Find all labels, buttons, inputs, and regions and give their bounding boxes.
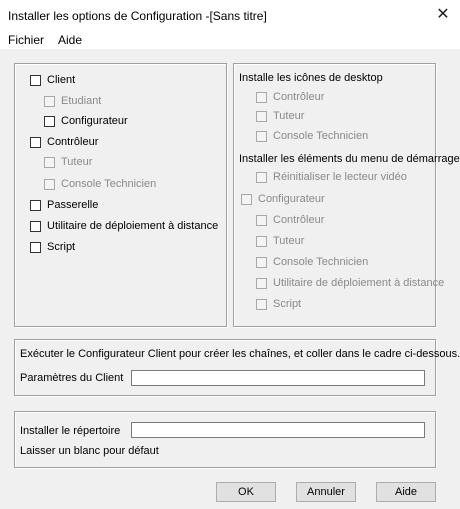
close-icon[interactable]: ✕ xyxy=(426,0,460,30)
checkbox-label: Tuteur xyxy=(61,156,93,168)
checkbox-label: Contrôleur xyxy=(273,91,325,103)
checkbox-etudiant[interactable]: Etudiant xyxy=(44,94,101,108)
checkbox-label: Passerelle xyxy=(47,199,99,211)
checkbox-desktop-tuteur[interactable]: Tuteur xyxy=(256,109,304,123)
checkbox-label: Script xyxy=(47,241,76,253)
checkbox-label: Console Technicien xyxy=(273,256,369,268)
checkbox-label: Contrôleur xyxy=(47,136,99,148)
checkbox-label: Etudiant xyxy=(61,95,102,107)
checkbox-box[interactable] xyxy=(256,256,267,268)
checkbox-box[interactable] xyxy=(44,156,55,168)
checkbox-box[interactable] xyxy=(256,91,267,103)
checkbox-box[interactable] xyxy=(256,214,267,226)
client-params-instruction: Exécuter le Configurateur Client pour cr… xyxy=(20,348,460,360)
checkbox-box[interactable] xyxy=(44,115,55,127)
checkbox-menu-console[interactable]: Console Technicien xyxy=(256,255,368,269)
checkbox-menu-controleur[interactable]: Contrôleur xyxy=(256,213,324,227)
checkbox-box[interactable] xyxy=(241,193,252,205)
checkbox-label: Configurateur xyxy=(258,193,325,205)
menu-help[interactable]: Aide xyxy=(58,33,82,47)
checkbox-reset-video[interactable]: Réinitialiser le lecteur vidéo xyxy=(256,170,407,184)
checkbox-menu-utilitaire[interactable]: Utilitaire de déploiement à distance xyxy=(256,276,444,290)
desktop-heading: Installe les icônes de desktop xyxy=(239,72,383,84)
checkbox-box[interactable] xyxy=(256,235,267,247)
checkbox-label: Configurateur xyxy=(61,115,128,127)
checkbox-label: Script xyxy=(273,298,302,310)
menu-file[interactable]: Fichier xyxy=(8,33,44,47)
install-dir-hint: Laisser un blanc pour défaut xyxy=(20,445,159,457)
client-params-input[interactable] xyxy=(131,370,425,386)
checkbox-box[interactable] xyxy=(30,220,41,232)
checkbox-utilitaire[interactable]: Utilitaire de déploiement à distance xyxy=(30,219,218,233)
checkbox-box[interactable] xyxy=(30,241,41,253)
cancel-button[interactable]: Annuler xyxy=(296,482,356,502)
checkbox-script[interactable]: Script xyxy=(30,240,75,254)
checkbox-tuteur[interactable]: Tuteur xyxy=(44,155,92,169)
checkbox-label: Utilitaire de déploiement à distance xyxy=(47,220,219,232)
checkbox-passerelle[interactable]: Passerelle xyxy=(30,198,98,212)
install-dir-label: Installer le répertoire xyxy=(20,425,121,437)
ok-button[interactable]: OK xyxy=(216,482,276,502)
checkbox-configurateur[interactable]: Configurateur xyxy=(44,114,128,128)
install-dir-input[interactable] xyxy=(131,422,425,438)
checkbox-box[interactable] xyxy=(30,199,41,211)
checkbox-box[interactable] xyxy=(256,298,267,310)
menu-bar: Fichier Aide xyxy=(0,30,460,50)
checkbox-box[interactable] xyxy=(44,178,55,190)
checkbox-label: Utilitaire de déploiement à distance xyxy=(273,277,445,289)
checkbox-box[interactable] xyxy=(44,95,55,107)
checkbox-label: Client xyxy=(47,74,76,86)
checkbox-box[interactable] xyxy=(256,130,267,142)
checkbox-console-technicien[interactable]: Console Technicien xyxy=(44,177,156,191)
checkbox-label: Tuteur xyxy=(273,235,305,247)
checkbox-label: Contrôleur xyxy=(273,214,325,226)
checkbox-menu-tuteur[interactable]: Tuteur xyxy=(256,234,304,248)
checkbox-label: Console Technicien xyxy=(273,130,369,142)
checkbox-label: Tuteur xyxy=(273,110,305,122)
title-bar: Installer les options de Configuration -… xyxy=(0,0,460,30)
checkbox-box[interactable] xyxy=(256,277,267,289)
help-button[interactable]: Aide xyxy=(376,482,436,502)
checkbox-box[interactable] xyxy=(30,74,41,86)
checkbox-menu-script[interactable]: Script xyxy=(256,297,301,311)
checkbox-label: Console Technicien xyxy=(61,178,157,190)
install-dir-group xyxy=(14,411,436,468)
checkbox-desktop-controleur[interactable]: Contrôleur xyxy=(256,90,324,104)
checkbox-menu-configurateur[interactable]: Configurateur xyxy=(241,192,325,206)
checkbox-box[interactable] xyxy=(30,136,41,148)
window-title: Installer les options de Configuration -… xyxy=(8,9,267,23)
checkbox-controleur[interactable]: Contrôleur xyxy=(30,135,98,149)
start-menu-heading: Installer les éléments du menu de démarr… xyxy=(239,153,460,165)
checkbox-label: Réinitialiser le lecteur vidéo xyxy=(273,171,407,183)
checkbox-desktop-console[interactable]: Console Technicien xyxy=(256,129,368,143)
checkbox-box[interactable] xyxy=(256,110,267,122)
checkbox-box[interactable] xyxy=(256,171,267,183)
checkbox-client[interactable]: Client xyxy=(30,73,75,87)
client-params-label: Paramètres du Client xyxy=(20,372,124,384)
